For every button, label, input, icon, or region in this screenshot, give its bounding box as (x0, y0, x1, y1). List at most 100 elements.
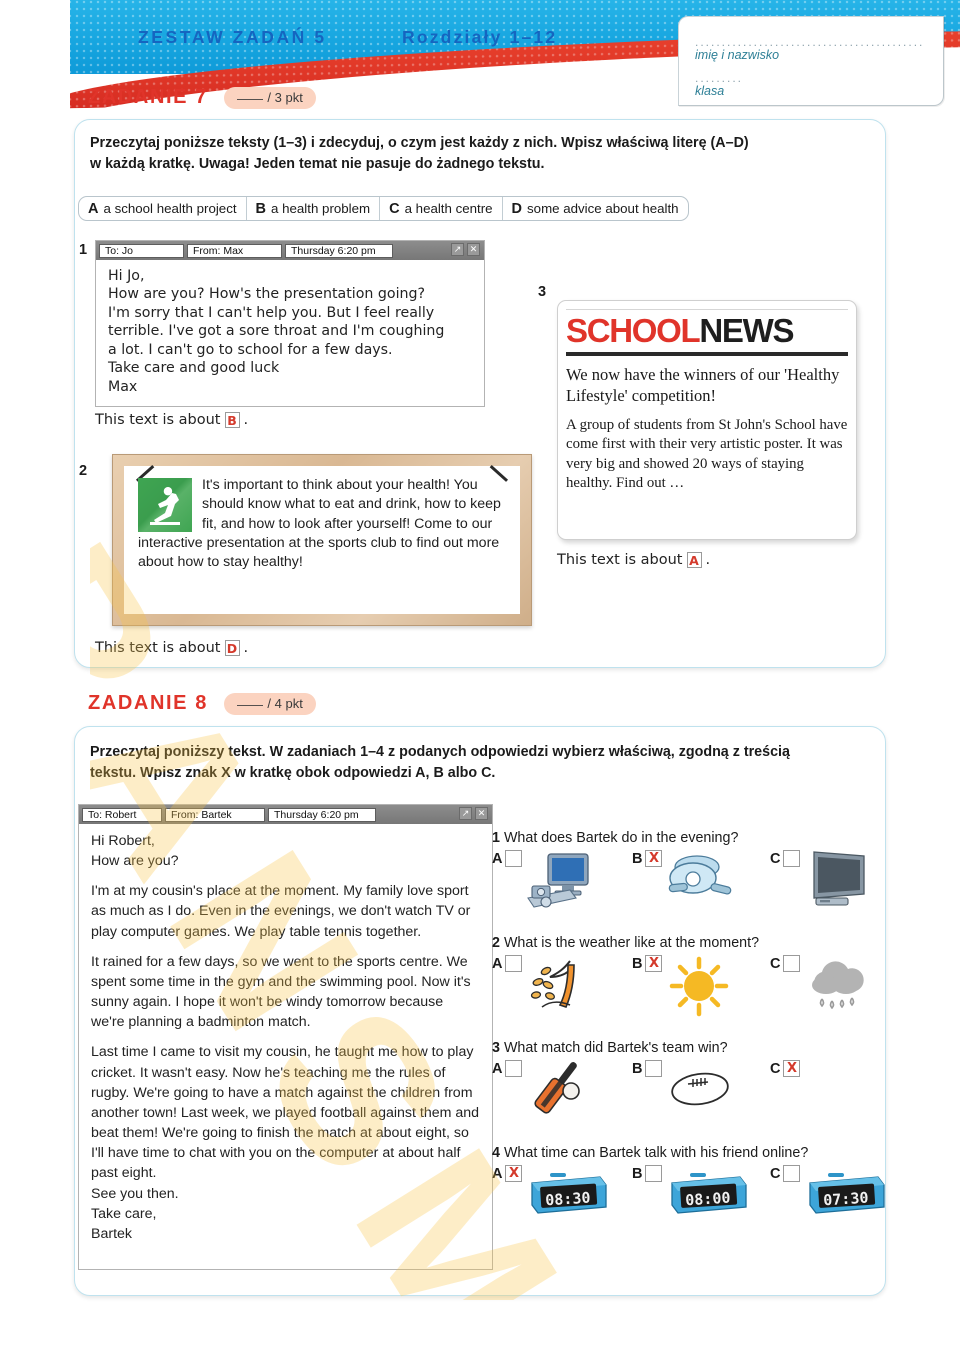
task7-instruction-line2: w każdą kratkę. Uwaga! Jeden temat nie p… (90, 155, 545, 172)
task8-instruction-line1: Przeczytaj poniższy tekst. W zadaniach 1… (90, 744, 790, 760)
task8-heading: ZADANIE 8 / 4 pkt (88, 692, 316, 715)
question-1-label: What does Bartek do in the evening? (503, 830, 739, 846)
question-4-option-c[interactable]: C 07:30 (770, 1165, 890, 1229)
question-4-option-b-checkbox[interactable] (645, 1165, 663, 1182)
exercise-person-icon (138, 478, 192, 532)
question-3-option-c[interactable]: C X (770, 1060, 890, 1124)
task8-instruction-line2: tekstu. Wpisz znak X w kratkę obok odpow… (90, 764, 496, 781)
task8-email-titlebar: To: Robert From: Bartek Thursday 6:20 pm… (79, 805, 492, 824)
task7-item2-answer-line: This text is about D . (95, 640, 248, 656)
question-4-option-a-checkbox[interactable]: X (505, 1165, 523, 1182)
question-3-option-b-checkbox[interactable] (645, 1060, 663, 1077)
student-name-box: ........................................… (678, 16, 944, 106)
question-2-option-a-letter: A (492, 956, 503, 972)
task7-item3-answer-line: This text is about A . (557, 552, 710, 568)
class-dotted-line: ......... (695, 71, 744, 85)
class-field-row[interactable]: ......... klasa (695, 71, 933, 98)
question-3-option-c-letter: C (770, 1061, 781, 1077)
restore-icon[interactable]: ↗ (459, 807, 472, 820)
question-2-option-c-letter: C (770, 956, 781, 972)
task7-item1-answer-suffix: . (243, 412, 249, 428)
newspaper-lead: We now have the winners of our 'Healthy … (566, 364, 840, 406)
task7-option-a-letter: A (88, 200, 99, 217)
question-3-options: A B C X (492, 1060, 892, 1132)
task7-title: ZADANIE 7 (88, 86, 208, 108)
question-4-option-b[interactable]: B 08:00 (632, 1165, 770, 1229)
task8-email-to-field: To: Robert (82, 807, 162, 822)
task8-signoff-2: Take care, (91, 1205, 157, 1222)
task8-signoff-3: Bartek (91, 1225, 133, 1242)
question-3-option-a[interactable]: A (492, 1060, 632, 1124)
task8-question-2: 2 What is the weather like at the moment… (492, 935, 892, 1027)
question-1-option-c[interactable]: C (770, 850, 890, 914)
question-4-option-c-checkbox[interactable] (783, 1165, 801, 1182)
close-icon[interactable]: ✕ (475, 807, 488, 820)
question-1-option-c-checkbox[interactable] (783, 850, 801, 867)
cricket-bat-ball-icon (524, 1060, 598, 1124)
banner-title: ZESTAW ZADAŃ 5 (138, 27, 327, 47)
question-2-option-c-checkbox[interactable] (783, 955, 801, 972)
task8-instruction: Przeczytaj poniższy tekst. W zadaniach 1… (90, 742, 880, 783)
task7-points-badge[interactable]: / 3 pkt (224, 86, 316, 109)
question-2-option-b-checkbox[interactable]: X (645, 955, 663, 972)
task7-item3-answer-suffix: . (705, 552, 711, 568)
task8-score-blank[interactable] (237, 704, 264, 706)
task7-item3-answer-box[interactable]: A (686, 552, 702, 568)
task7-option-c-letter: C (389, 200, 400, 217)
question-1-option-a-checkbox[interactable] (505, 850, 523, 867)
task8-points-badge[interactable]: / 4 pkt (224, 692, 316, 715)
task7-instruction: Przeczytaj poniższe teksty (1–3) i zdecy… (90, 133, 880, 174)
class-label: klasa (695, 84, 725, 98)
question-1-text: 1 What does Bartek do in the evening? (492, 830, 892, 846)
question-2-number: 2 (492, 935, 500, 951)
question-3-option-b[interactable]: B (632, 1060, 770, 1124)
question-3-option-c-checkbox[interactable]: X (783, 1060, 801, 1077)
question-1-option-c-letter: C (770, 851, 781, 867)
close-icon[interactable]: ✕ (467, 243, 480, 256)
question-4-option-a-letter: A (492, 1166, 503, 1182)
email-titlebar: To: Jo From: Max Thursday 6:20 pm ↗ ✕ (96, 241, 484, 260)
task7-option-a-text: a school health project (103, 201, 237, 216)
task7-option-b-text: a health problem (271, 201, 371, 216)
name-field-row[interactable]: ........................................… (695, 36, 933, 62)
question-4-option-b-letter: B (632, 1166, 643, 1182)
task8-greeting-2: How are you? (91, 853, 179, 870)
task8-email-body: Hi Robert, How are you? I'm at my cousin… (79, 824, 492, 1254)
question-2-text: 2 What is the weather like at the moment… (492, 935, 892, 951)
question-1-option-b-checkbox[interactable]: X (645, 850, 663, 867)
email-line-5: a lot. I can't go to school for a few da… (108, 341, 393, 358)
question-2-option-a[interactable]: A (492, 955, 632, 1019)
task7-item2-answer-box[interactable]: D (224, 640, 240, 656)
task8-title: ZADANIE 8 (88, 692, 208, 714)
question-2-option-c[interactable]: C (770, 955, 890, 1019)
television-icon (802, 850, 876, 914)
restore-icon[interactable]: ↗ (451, 243, 464, 256)
question-4-option-a[interactable]: A X 08:30 (492, 1165, 632, 1229)
task7-item2-answer-suffix: . (243, 640, 249, 656)
question-3-label: What match did Bartek's team win? (503, 1040, 728, 1056)
task7-item3-answer-prefix: This text is about (557, 552, 683, 568)
email-line-7: Max (108, 378, 138, 395)
task7-item1-number: 1 (79, 242, 88, 258)
question-1-option-b[interactable]: B X (632, 850, 770, 914)
task7-options-strip: Aa school health project Ba health probl… (78, 196, 689, 221)
rugby-ball-icon (664, 1060, 738, 1124)
task8-email-window-buttons: ↗ ✕ (459, 807, 488, 820)
task7-instruction-line1: Przeczytaj poniższe teksty (1–3) i zdecy… (90, 135, 749, 151)
task7-item1-answer-box[interactable]: B (224, 412, 240, 428)
question-2-option-b[interactable]: B X (632, 955, 770, 1019)
task7-score-blank[interactable] (237, 98, 264, 100)
question-3-text: 3 What match did Bartek's team win? (492, 1040, 892, 1056)
task8-question-4: 4 What time can Bartek talk with his fri… (492, 1145, 892, 1227)
email-line-1: Hi Jo, (108, 268, 145, 284)
task8-paragraph-3: Last time I came to visit my cousin, he … (91, 1044, 480, 1182)
question-3-option-a-checkbox[interactable] (505, 1060, 523, 1077)
banner-subtitle: Rozdziały 1–12 (402, 27, 558, 47)
task8-email-from-field: From: Bartek (165, 807, 265, 822)
task8-paragraph-2: It rained for a few days, so we went to … (91, 953, 471, 1031)
question-2-option-a-checkbox[interactable] (505, 955, 523, 972)
newspaper-logo: SCHOOLNEWS (566, 313, 848, 349)
question-3-number: 3 (492, 1040, 500, 1056)
question-1-option-a[interactable]: A (492, 850, 632, 914)
task7-option-b: Ba health problem (247, 197, 381, 220)
